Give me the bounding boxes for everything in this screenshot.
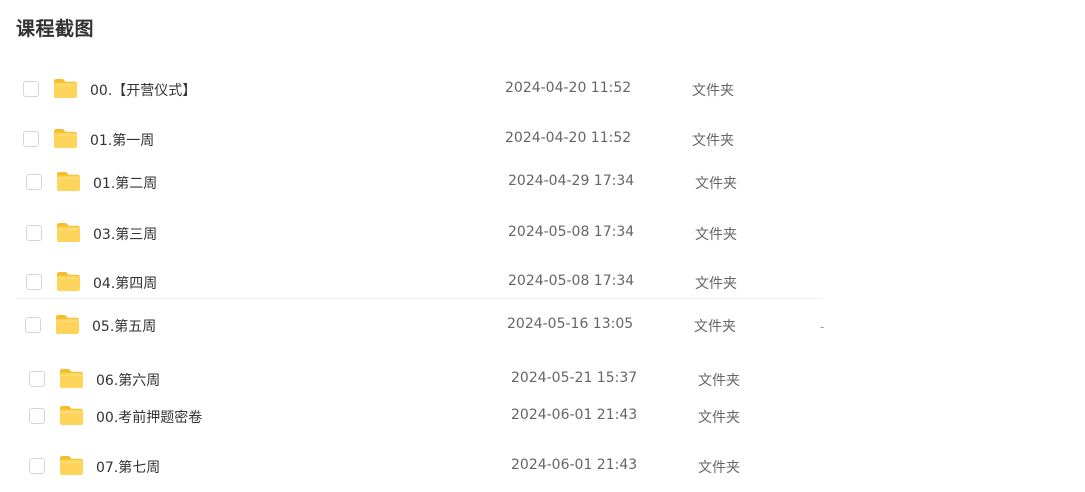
row-checkbox[interactable] <box>29 408 45 424</box>
file-type: 文件夹 <box>695 227 737 243</box>
row-checkbox[interactable] <box>23 81 39 97</box>
row-checkbox[interactable] <box>26 174 42 190</box>
row-checkbox[interactable] <box>29 458 45 474</box>
folder-icon <box>55 169 82 193</box>
row-checkbox[interactable] <box>25 317 41 333</box>
file-date: 2024-05-16 13:05 <box>507 316 634 332</box>
file-row[interactable]: 07.第七周 2024-06-01 21:43 文件夹 <box>29 452 789 482</box>
file-type: 文件夹 <box>692 83 734 99</box>
file-date: 2024-05-21 15:37 <box>511 370 638 386</box>
file-name[interactable]: 07.第七周 <box>96 457 160 477</box>
file-row[interactable]: 05.第五周 2024-05-16 13:05 文件夹 <box>25 311 785 341</box>
file-date: 2024-06-01 21:43 <box>511 457 638 473</box>
folder-icon <box>58 403 85 427</box>
file-date: 2024-06-01 21:43 <box>511 407 638 423</box>
folder-icon <box>54 312 81 336</box>
file-name[interactable]: 00.考前押题密卷 <box>96 407 202 427</box>
file-type: 文件夹 <box>698 373 740 389</box>
file-type: 文件夹 <box>695 276 737 292</box>
row-checkbox[interactable] <box>23 131 39 147</box>
file-name[interactable]: 03.第三周 <box>93 224 157 244</box>
file-name[interactable]: 01.第二周 <box>93 173 157 193</box>
file-date: 2024-04-20 11:52 <box>505 130 632 146</box>
file-date: 2024-05-08 17:34 <box>508 224 635 240</box>
file-type: 文件夹 <box>695 176 737 192</box>
row-checkbox[interactable] <box>29 371 45 387</box>
file-type: 文件夹 <box>694 319 736 335</box>
file-row[interactable]: 06.第六周 2024-05-21 15:37 文件夹 <box>29 365 789 395</box>
file-type: 文件夹 <box>698 410 740 426</box>
file-name[interactable]: 04.第四周 <box>93 273 157 293</box>
file-row[interactable]: 01.第一周 2024-04-20 11:52 文件夹 <box>23 125 783 155</box>
file-row[interactable]: 03.第三周 2024-05-08 17:34 文件夹 <box>26 219 786 249</box>
folder-icon <box>52 126 79 150</box>
stray-mark: - <box>820 320 825 334</box>
file-row[interactable]: 00.考前押题密卷 2024-06-01 21:43 文件夹 <box>29 402 789 432</box>
file-row[interactable]: 00.【开营仪式】 2024-04-20 11:52 文件夹 <box>23 75 783 105</box>
row-divider <box>16 298 822 299</box>
file-name[interactable]: 00.【开营仪式】 <box>90 80 196 100</box>
folder-icon <box>58 453 85 477</box>
file-name[interactable]: 01.第一周 <box>90 130 154 150</box>
file-row[interactable]: 04.第四周 2024-05-08 17:34 文件夹 <box>26 268 786 298</box>
file-row[interactable]: 01.第二周 2024-04-29 17:34 文件夹 <box>26 168 786 198</box>
row-checkbox[interactable] <box>26 274 42 290</box>
file-name[interactable]: 05.第五周 <box>92 316 156 336</box>
file-date: 2024-04-29 17:34 <box>508 173 635 189</box>
folder-icon <box>55 269 82 293</box>
folder-icon <box>52 76 79 100</box>
folder-icon <box>58 366 85 390</box>
folder-icon <box>55 220 82 244</box>
file-type: 文件夹 <box>698 460 740 476</box>
file-name[interactable]: 06.第六周 <box>96 370 160 390</box>
file-date: 2024-05-08 17:34 <box>508 273 635 289</box>
file-date: 2024-04-20 11:52 <box>505 80 632 96</box>
row-checkbox[interactable] <box>26 225 42 241</box>
file-type: 文件夹 <box>692 133 734 149</box>
page-title: 课程截图 <box>16 18 95 40</box>
